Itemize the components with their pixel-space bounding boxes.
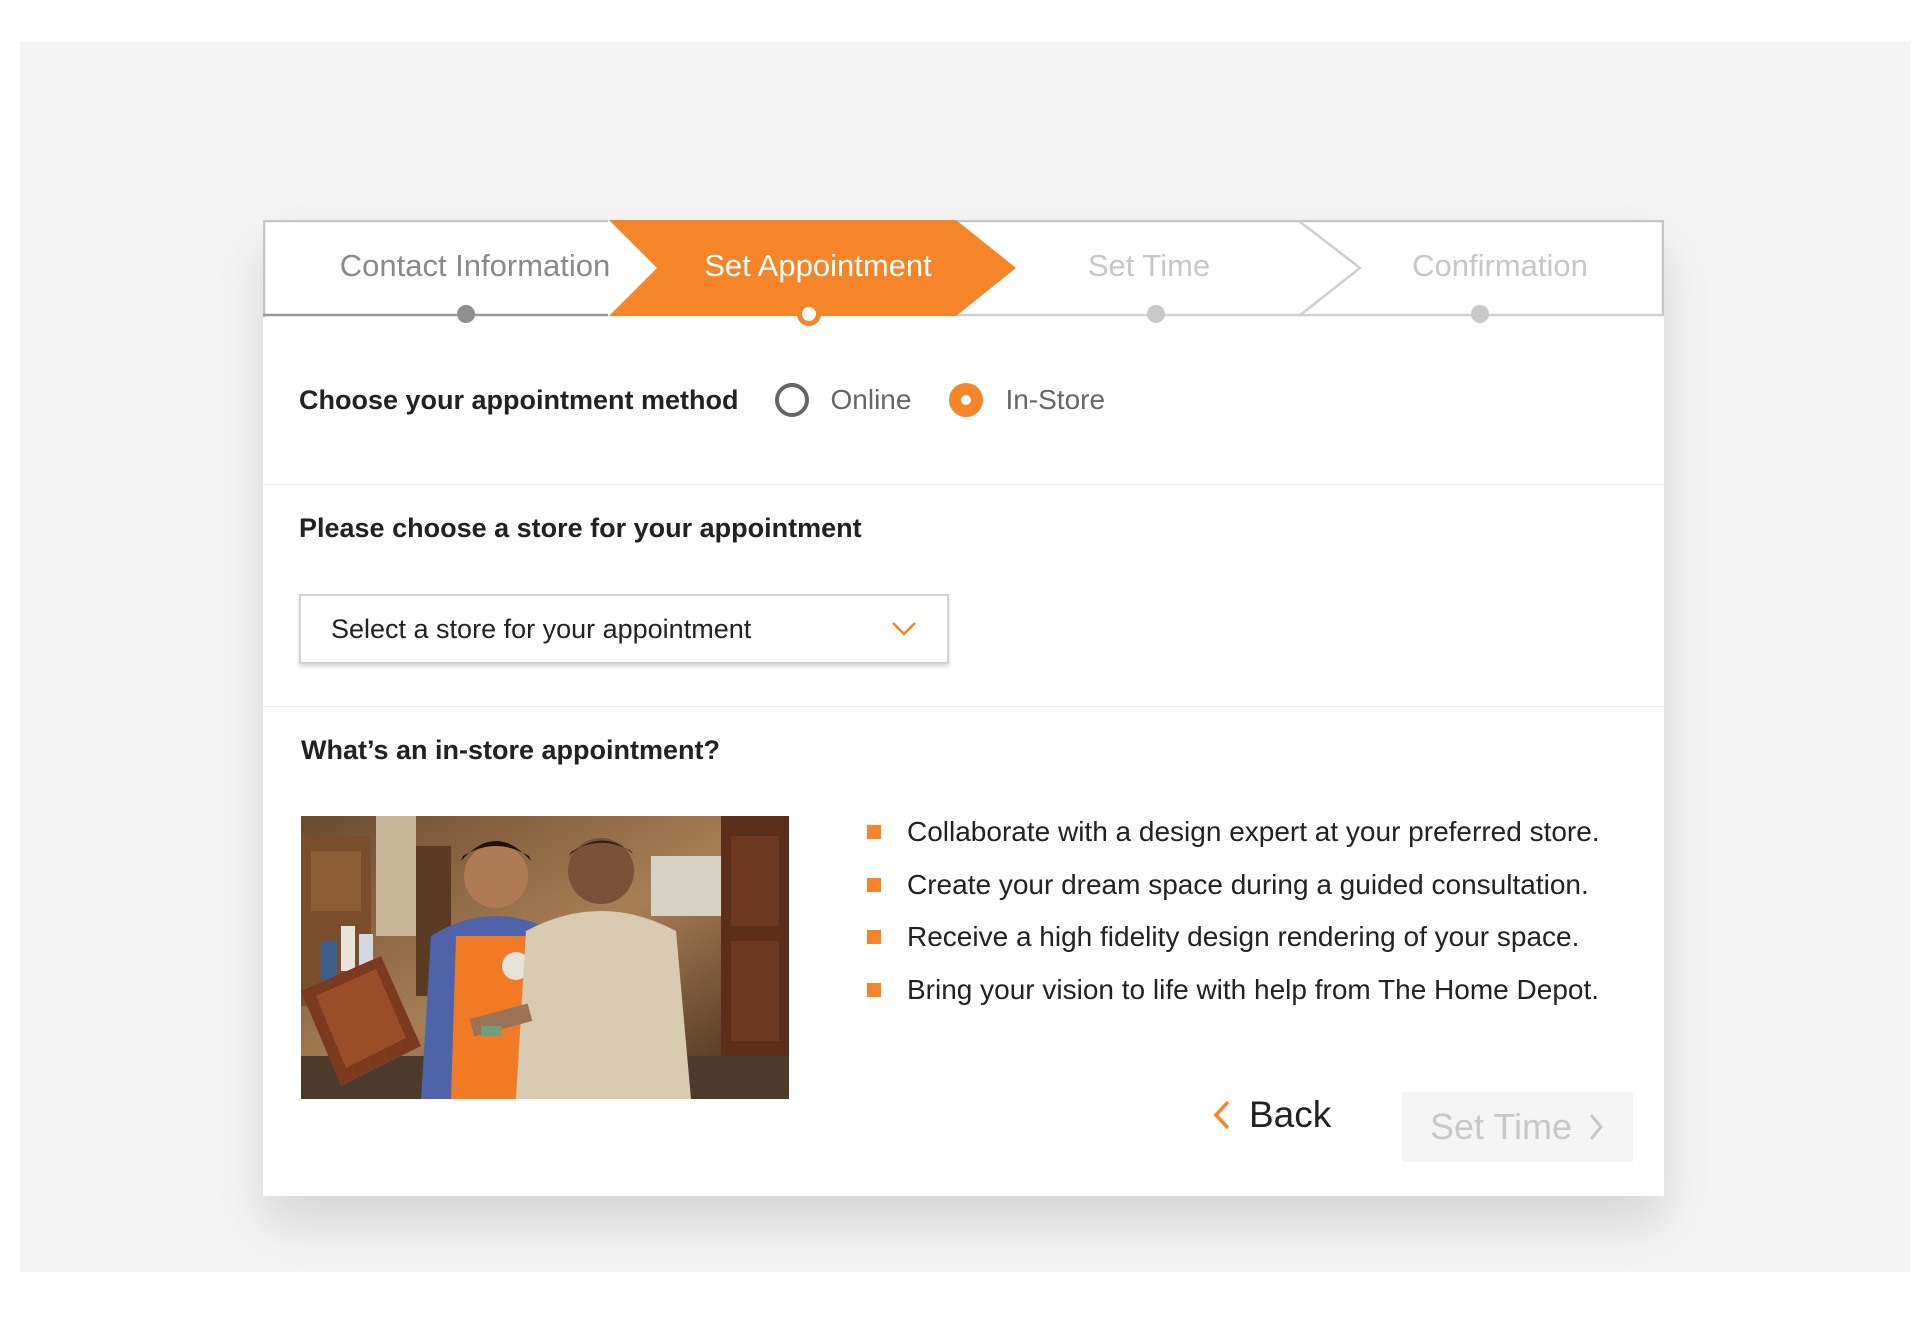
store-section-title: Please choose a store for your appointme… — [299, 513, 862, 543]
step-dot-upcoming — [1147, 305, 1165, 323]
store-select[interactable]: Select a store for your appointment — [299, 594, 949, 664]
radio-unchecked-icon[interactable] — [774, 383, 809, 417]
step-dot-upcoming — [1471, 305, 1489, 323]
section-divider — [263, 484, 1664, 485]
bullet-square-icon — [867, 930, 881, 945]
step-dot-completed — [457, 305, 475, 323]
list-item: Bring your vision to life with help from… — [867, 964, 1600, 1017]
set-time-button-label: Set Time — [1430, 1106, 1573, 1147]
method-label: Choose your appointment method — [299, 384, 739, 415]
chevron-left-icon — [1213, 1100, 1230, 1130]
radio-in-store[interactable]: In-Store — [949, 383, 1105, 417]
step-set-time: Set Time — [1087, 248, 1211, 283]
store-select-value: Select a store for your appointment — [331, 613, 752, 644]
set-time-button[interactable]: Set Time — [1402, 1092, 1633, 1162]
back-button-label: Back — [1249, 1094, 1332, 1135]
benefits-list: Collaborate with a design expert at your… — [867, 806, 1600, 1016]
radio-checked-icon[interactable] — [949, 383, 984, 417]
radio-online[interactable]: Online — [774, 383, 912, 417]
bullet-square-icon — [867, 982, 881, 997]
list-item: Create your dream space during a guided … — [867, 859, 1600, 912]
list-item: Receive a high fidelity design rendering… — [867, 911, 1600, 964]
progress-stepper: Contact Information Set Appointment Set … — [263, 220, 1664, 326]
step-confirmation: Confirmation — [1412, 248, 1588, 283]
in-store-consultation-photo — [301, 816, 789, 1099]
list-item: Collaborate with a design expert at your… — [867, 806, 1600, 859]
radio-in-store-label: In-Store — [1005, 384, 1106, 415]
appointment-method-row: Choose your appointment method Online In… — [299, 380, 1105, 420]
section-divider — [263, 706, 1664, 707]
back-button[interactable]: Back — [1213, 1085, 1331, 1145]
chevron-right-icon — [1589, 1114, 1604, 1140]
bullet-square-icon — [867, 825, 881, 840]
step-contact-information[interactable]: Contact Information — [315, 246, 635, 286]
radio-online-label: Online — [830, 384, 912, 415]
appointment-card: Contact Information Set Appointment Set … — [263, 220, 1664, 1196]
chevron-down-icon — [892, 622, 916, 636]
step-set-appointment: Set Appointment — [704, 248, 932, 283]
step-dot-active — [797, 302, 821, 326]
info-section-title: What’s an in-store appointment? — [301, 735, 721, 765]
bullet-square-icon — [867, 877, 881, 892]
